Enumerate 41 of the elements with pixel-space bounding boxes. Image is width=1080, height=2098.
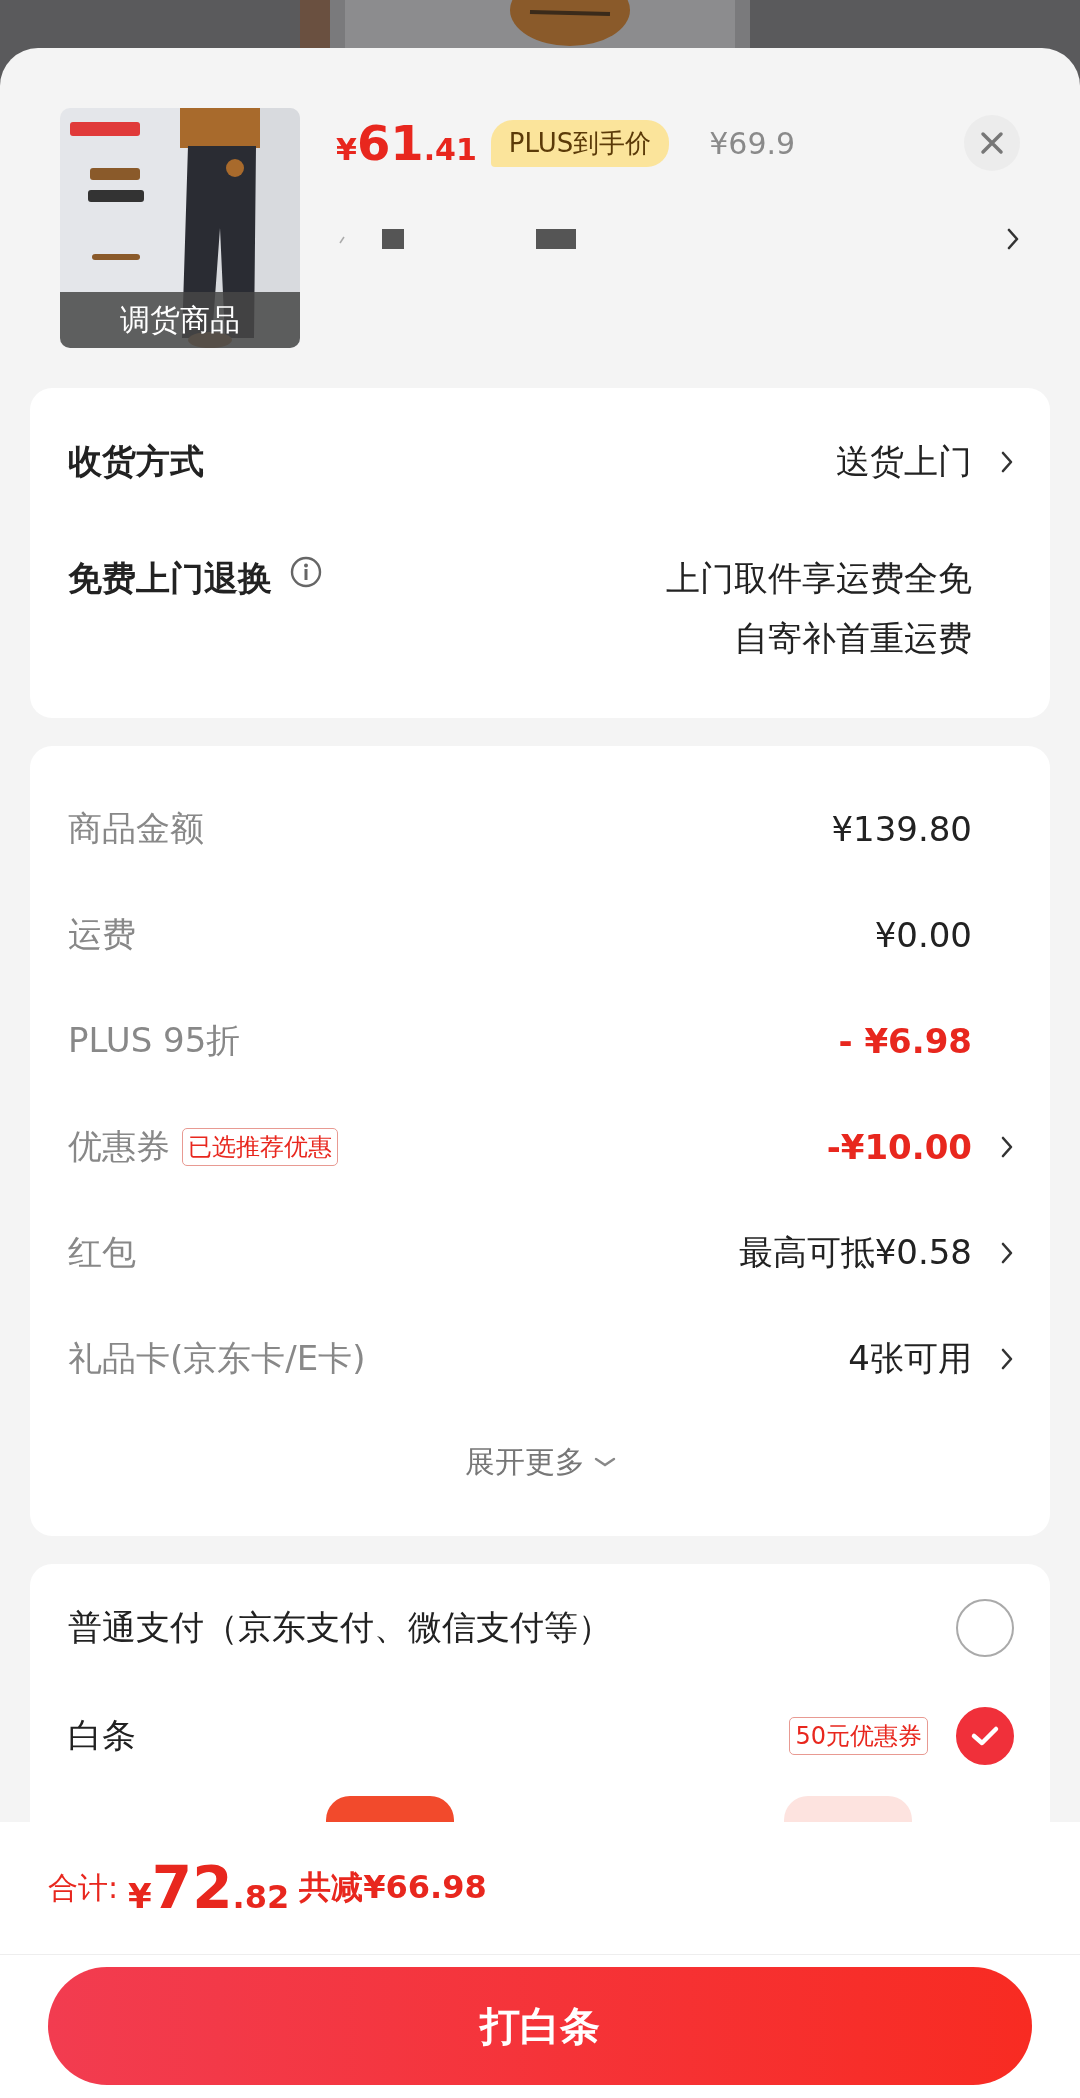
row-value: 上门取件享运费全免 (666, 557, 972, 600)
savings-text: 共减¥66.98 (299, 1867, 487, 1908)
product-status-label: 调货商品 (60, 292, 300, 348)
checkmark-icon (970, 1724, 1000, 1748)
payment-option-label[interactable]: 普通支付（京东支付、微信支付等） (68, 1605, 612, 1651)
radio-button[interactable] (956, 1707, 1014, 1765)
chevron-right-icon[interactable] (1000, 1241, 1014, 1265)
chevron-down-icon[interactable] (593, 1455, 617, 1469)
coupon-tag: 已选推荐优惠 (182, 1128, 338, 1166)
cost-value: -¥10.00 (826, 1127, 972, 1167)
row-label: 收货方式 (68, 440, 204, 483)
original-price: ¥69.9 (709, 125, 796, 161)
cost-label: 红包 (68, 1231, 136, 1274)
cost-label: 优惠券 (68, 1125, 170, 1168)
cost-value: ¥139.80 (831, 809, 972, 849)
chevron-right-icon (1006, 227, 1020, 251)
cost-label: 运费 (68, 913, 136, 956)
product-price: ¥61.41 (336, 115, 477, 171)
price-badge: PLUS到手价 (490, 119, 670, 167)
cost-label: PLUS 95折 (68, 1019, 241, 1062)
total-price: ¥72.82 (128, 1854, 290, 1922)
chevron-right-icon[interactable] (1000, 1135, 1014, 1159)
row-value: 送货上门 (836, 440, 972, 483)
expand-more-link[interactable]: 展开更多 (465, 1441, 585, 1483)
close-icon[interactable] (980, 131, 1004, 155)
chevron-right-icon[interactable] (1000, 450, 1014, 474)
payment-option-label[interactable]: 白条 (68, 1713, 136, 1759)
coupon-tag: 50元优惠券 (789, 1717, 928, 1755)
row-label: 免费上门退换 (68, 557, 272, 600)
cost-value: 4张可用 (848, 1337, 972, 1380)
cost-value: - ¥6.98 (838, 1021, 972, 1061)
row-value: 自寄补首重运费 (734, 617, 972, 660)
cost-label: 商品金额 (68, 807, 204, 850)
cost-value: ¥0.00 (874, 915, 972, 955)
radio-button[interactable] (956, 1599, 1014, 1657)
cost-value: 最高可抵¥0.58 (738, 1231, 972, 1274)
total-label: 合计: (48, 1868, 119, 1907)
info-icon[interactable] (290, 556, 322, 588)
chevron-right-icon[interactable] (1000, 1347, 1014, 1371)
cost-label: 礼品卡(京东卡/E卡) (68, 1337, 366, 1380)
pay-button[interactable]: 打白条 (48, 1967, 1032, 2085)
